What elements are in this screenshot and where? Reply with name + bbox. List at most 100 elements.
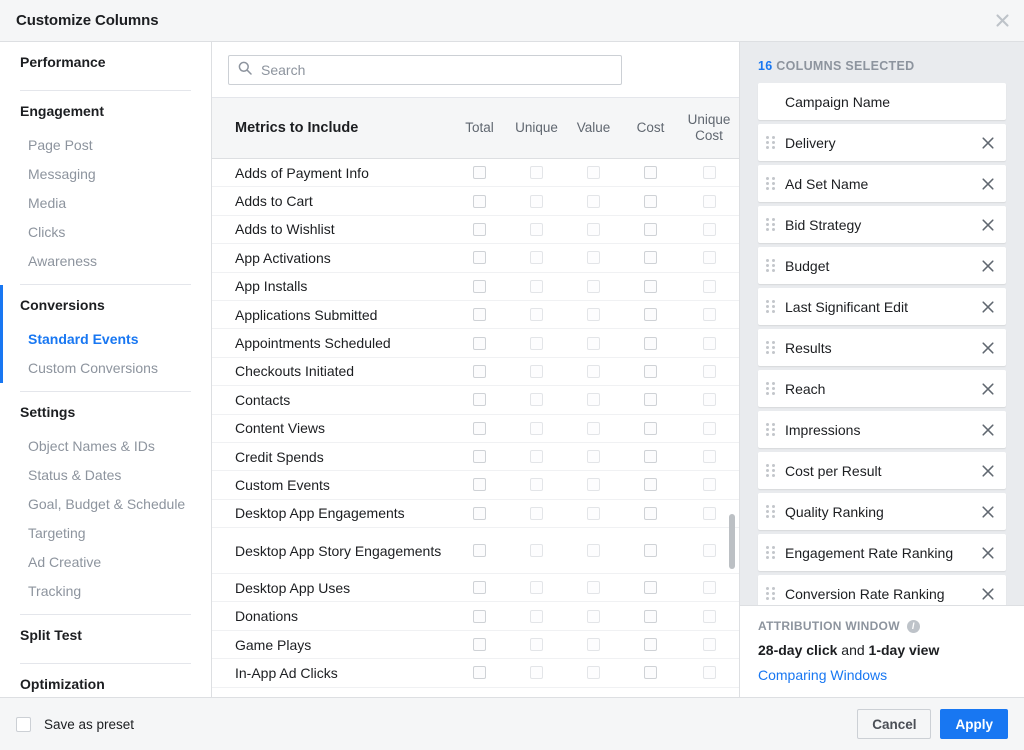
- metric-checkbox[interactable]: [473, 166, 486, 180]
- metric-checkbox[interactable]: [530, 506, 543, 520]
- metric-checkbox[interactable]: [530, 638, 543, 652]
- remove-column-icon[interactable]: [980, 586, 996, 602]
- sidebar-item-ad-creative[interactable]: Ad Creative: [0, 548, 211, 577]
- metric-checkbox[interactable]: [644, 609, 657, 623]
- remove-column-icon[interactable]: [980, 258, 996, 274]
- metric-checkbox[interactable]: [644, 506, 657, 520]
- metric-checkbox[interactable]: [530, 581, 543, 595]
- selected-column-item[interactable]: Engagement Rate Ranking: [758, 534, 1006, 571]
- remove-column-icon[interactable]: [980, 176, 996, 192]
- metric-checkbox[interactable]: [530, 166, 543, 180]
- metric-checkbox[interactable]: [587, 194, 600, 208]
- metric-checkbox[interactable]: [644, 166, 657, 180]
- metric-checkbox[interactable]: [702, 222, 716, 236]
- metric-checkbox[interactable]: [702, 544, 716, 558]
- metric-checkbox[interactable]: [702, 609, 716, 623]
- comparing-windows-link[interactable]: Comparing Windows: [758, 667, 1006, 683]
- metric-checkbox[interactable]: [644, 421, 657, 435]
- metric-checkbox[interactable]: [644, 336, 657, 350]
- metric-checkbox[interactable]: [644, 222, 657, 236]
- sidebar-group-header-engagement[interactable]: Engagement: [0, 91, 211, 131]
- metric-checkbox[interactable]: [530, 421, 543, 435]
- metric-checkbox[interactable]: [473, 251, 486, 265]
- selected-column-item[interactable]: Budget: [758, 247, 1006, 284]
- metric-checkbox[interactable]: [702, 251, 716, 265]
- remove-column-icon[interactable]: [980, 504, 996, 520]
- drag-handle-icon[interactable]: [766, 586, 776, 602]
- metric-checkbox[interactable]: [530, 478, 543, 492]
- remove-column-icon[interactable]: [980, 135, 996, 151]
- remove-column-icon[interactable]: [980, 299, 996, 315]
- save-as-preset-control[interactable]: Save as preset: [16, 716, 134, 732]
- drag-handle-icon[interactable]: [766, 422, 776, 438]
- metric-checkbox[interactable]: [587, 308, 600, 322]
- metric-checkbox[interactable]: [530, 251, 543, 265]
- metric-checkbox[interactable]: [530, 364, 543, 378]
- metric-checkbox[interactable]: [473, 506, 486, 520]
- info-icon[interactable]: i: [906, 619, 920, 633]
- metric-checkbox[interactable]: [587, 638, 600, 652]
- metric-checkbox[interactable]: [587, 450, 600, 464]
- search-input[interactable]: [261, 62, 612, 78]
- sidebar-group-header-split-test[interactable]: Split Test: [0, 615, 211, 655]
- metric-checkbox[interactable]: [644, 450, 657, 464]
- metric-checkbox[interactable]: [702, 393, 716, 407]
- metric-checkbox[interactable]: [644, 279, 657, 293]
- metric-checkbox[interactable]: [473, 666, 486, 680]
- sidebar-item-status-dates[interactable]: Status & Dates: [0, 461, 211, 490]
- sidebar-group-header-conversions[interactable]: Conversions: [0, 285, 211, 325]
- sidebar-group-header-settings[interactable]: Settings: [0, 392, 211, 432]
- metric-checkbox[interactable]: [530, 609, 543, 623]
- metric-checkbox[interactable]: [644, 308, 657, 322]
- sidebar-item-object-names-ids[interactable]: Object Names & IDs: [0, 432, 211, 461]
- metric-checkbox[interactable]: [644, 544, 657, 558]
- metric-checkbox[interactable]: [473, 279, 486, 293]
- sidebar-item-messaging[interactable]: Messaging: [0, 160, 211, 189]
- selected-column-item[interactable]: Ad Set Name: [758, 165, 1006, 202]
- remove-column-icon[interactable]: [980, 217, 996, 233]
- selected-column-item[interactable]: Results: [758, 329, 1006, 366]
- drag-handle-icon[interactable]: [766, 381, 776, 397]
- drag-handle-icon[interactable]: [766, 299, 776, 315]
- metric-checkbox[interactable]: [587, 666, 600, 680]
- metric-checkbox[interactable]: [530, 666, 543, 680]
- metric-checkbox[interactable]: [587, 364, 600, 378]
- metric-checkbox[interactable]: [587, 222, 600, 236]
- metric-checkbox[interactable]: [702, 450, 716, 464]
- metric-checkbox[interactable]: [530, 393, 543, 407]
- remove-column-icon[interactable]: [980, 422, 996, 438]
- metric-checkbox[interactable]: [587, 251, 600, 265]
- metric-checkbox[interactable]: [702, 581, 716, 595]
- sidebar-group-header-performance[interactable]: Performance: [0, 42, 211, 82]
- metric-checkbox[interactable]: [530, 222, 543, 236]
- metric-checkbox[interactable]: [473, 421, 486, 435]
- metric-checkbox[interactable]: [587, 166, 600, 180]
- selected-column-item[interactable]: Campaign Name: [758, 83, 1006, 120]
- metric-checkbox[interactable]: [702, 308, 716, 322]
- metric-checkbox[interactable]: [473, 364, 486, 378]
- remove-column-icon[interactable]: [980, 463, 996, 479]
- sidebar-item-goal-budget-schedule[interactable]: Goal, Budget & Schedule: [0, 490, 211, 519]
- metric-checkbox[interactable]: [473, 478, 486, 492]
- sidebar-item-targeting[interactable]: Targeting: [0, 519, 211, 548]
- metric-checkbox[interactable]: [473, 393, 486, 407]
- drag-handle-icon[interactable]: [766, 463, 776, 479]
- metric-checkbox[interactable]: [473, 308, 486, 322]
- metric-checkbox[interactable]: [530, 336, 543, 350]
- sidebar-item-clicks[interactable]: Clicks: [0, 218, 211, 247]
- selected-column-item[interactable]: Reach: [758, 370, 1006, 407]
- selected-column-item[interactable]: Last Significant Edit: [758, 288, 1006, 325]
- drag-handle-icon[interactable]: [766, 135, 776, 151]
- metric-checkbox[interactable]: [644, 581, 657, 595]
- apply-button[interactable]: Apply: [940, 709, 1008, 739]
- metric-checkbox[interactable]: [644, 638, 657, 652]
- drag-handle-icon[interactable]: [766, 217, 776, 233]
- metric-checkbox[interactable]: [587, 544, 600, 558]
- metric-checkbox[interactable]: [644, 194, 657, 208]
- sidebar-item-custom-conversions[interactable]: Custom Conversions: [0, 354, 211, 383]
- selected-column-item[interactable]: Delivery: [758, 124, 1006, 161]
- save-as-preset-checkbox[interactable]: [16, 716, 31, 732]
- drag-handle-icon[interactable]: [766, 258, 776, 274]
- metrics-scrollbar-thumb[interactable]: [729, 514, 735, 569]
- metric-checkbox[interactable]: [473, 222, 486, 236]
